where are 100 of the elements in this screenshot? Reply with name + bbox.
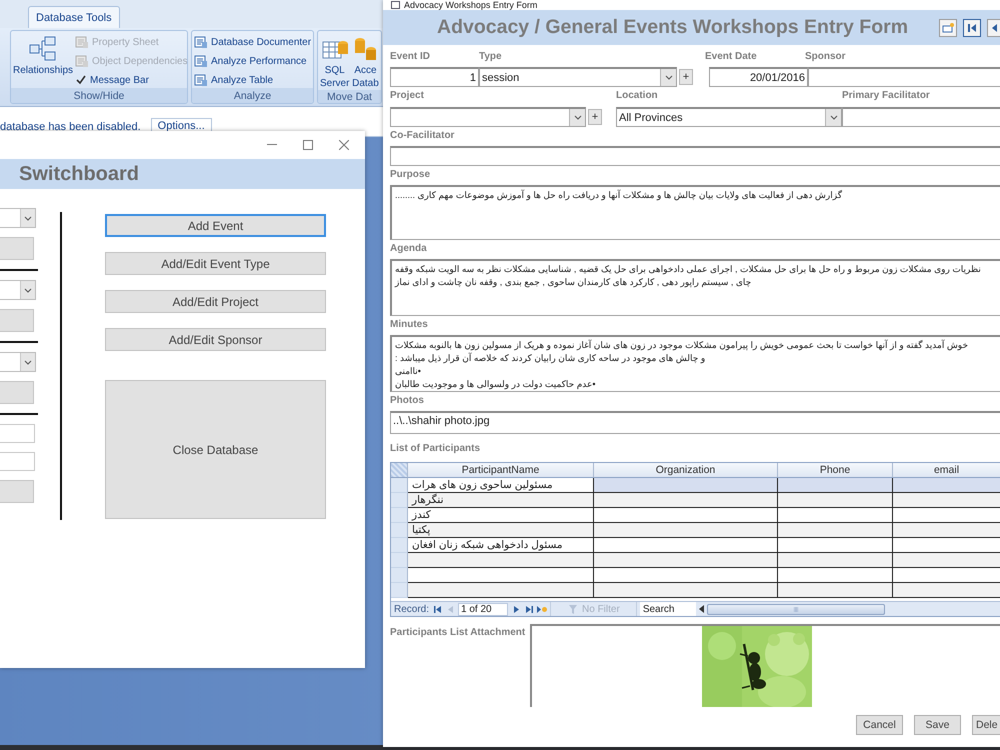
last-record-icon[interactable] <box>524 604 534 614</box>
table-cell: کندز <box>408 508 594 523</box>
new-record-icon[interactable] <box>537 604 548 614</box>
performance-icon <box>194 54 208 68</box>
new-record-button[interactable] <box>939 18 957 36</box>
text-area[interactable]: گزارش دهی از فعالیت های ولایات بیان چالش ها و مشکلات آنها و دریافت راه حل ها و آموزش موضوعات مهم کاری ........ <box>390 185 1000 240</box>
ribbon-button[interactable]: Relationships <box>13 34 73 88</box>
close-icon[interactable] <box>339 140 349 150</box>
event-date-field[interactable]: 20/01/2016 <box>709 67 808 87</box>
text-area[interactable] <box>390 335 1000 392</box>
project-combo-box[interactable] <box>390 107 586 127</box>
attachment-field[interactable] <box>530 624 1000 707</box>
switchboard-button[interactable]: Add/Edit Event Type <box>105 252 326 275</box>
row-selector[interactable] <box>391 553 408 568</box>
ribbon-button[interactable]: Analyze Performance <box>194 53 312 69</box>
ribbon-button[interactable]: Acce Datab <box>351 34 380 90</box>
form-title: Advocacy / General Events Workshops Entry Form <box>436 16 910 39</box>
ribbon-button-label: Acce Datab <box>351 64 380 90</box>
new-record-icon <box>942 22 954 32</box>
combo-box[interactable] <box>0 208 36 228</box>
ribbon-button[interactable]: Database Documenter <box>194 34 312 50</box>
column-header[interactable]: Phone <box>778 463 893 478</box>
co-facilitator-field[interactable] <box>390 146 1000 166</box>
column-header[interactable]: Organization <box>594 463 778 478</box>
field-label: Event ID <box>390 51 432 63</box>
add-type-button[interactable]: + <box>679 69 693 85</box>
field-label: List of Participants <box>390 443 482 455</box>
ribbon-tab[interactable]: Database Tools <box>28 6 120 28</box>
options-button[interactable]: Options... <box>150 118 212 132</box>
form-button[interactable]: Save <box>914 715 961 735</box>
first-record-icon <box>967 22 977 32</box>
table-cell: مسئول دادخواهی شبکه زنان افغان <box>408 538 594 553</box>
ribbon-button[interactable]: SQL Server <box>320 34 350 90</box>
row-selector[interactable] <box>391 478 408 493</box>
column-header[interactable]: email <box>893 463 1000 478</box>
minimize-icon[interactable] <box>267 144 277 146</box>
dependencies-icon <box>75 54 89 68</box>
switchboard-button[interactable]: Close Database <box>105 380 326 519</box>
event-id-field[interactable]: 1 <box>390 67 479 87</box>
field-label: Co-Facilitator <box>390 130 456 142</box>
text-area[interactable] <box>390 259 1000 316</box>
group-label: Move Dat <box>318 90 381 103</box>
row-selector[interactable] <box>391 583 408 598</box>
ribbon-checkbox[interactable]: Message Bar <box>75 72 187 88</box>
text-line: چای , سیستم راپور دهی , کارکرد های کارمندان ساحوی , جمع بندی , وقفه نان چاشت و ادای نماز <box>395 276 752 289</box>
switchboard-button[interactable]: Add/Edit Sponsor <box>105 328 326 351</box>
field-label: Agenda <box>390 243 428 255</box>
field-label: Event Date <box>705 51 758 63</box>
text-line: •عدم حاکمیت دولت در ولسوالی ها و موجودیت طالبان <box>395 378 596 391</box>
form-button[interactable] <box>0 237 34 260</box>
search-field[interactable]: Search <box>640 602 696 616</box>
field-label: Project <box>390 90 425 102</box>
field-label: Sponsor <box>805 51 846 63</box>
form-button[interactable] <box>0 480 34 503</box>
table-analyze-icon <box>194 73 208 87</box>
maximize-icon[interactable] <box>303 140 313 150</box>
form-button[interactable]: Cancel <box>856 715 903 735</box>
form-button[interactable] <box>0 309 34 332</box>
text-line: گزارش دهی از فعالیت های ولایات بیان چالش ها و مشکلات آنها و دریافت راه حل ها و آموزش موضوعات مهم کاری ........ <box>395 189 842 202</box>
row-selector[interactable] <box>391 493 408 508</box>
switchboard-button[interactable]: Add/Edit Project <box>105 290 326 313</box>
window-title: Advocacy Workshops Entry Form <box>404 0 538 10</box>
property-sheet-icon <box>75 35 89 49</box>
select-all-corner[interactable] <box>391 463 408 478</box>
scrollbar-thumb[interactable] <box>706 604 885 614</box>
field-label: Photos <box>390 395 425 407</box>
input-field[interactable] <box>0 424 35 443</box>
input-field[interactable] <box>0 452 35 471</box>
form-button[interactable] <box>0 381 34 404</box>
row-selector[interactable] <box>391 508 408 523</box>
combo-box[interactable] <box>0 352 36 372</box>
next-record-icon[interactable] <box>511 604 522 614</box>
field-label: Minutes <box>390 319 429 331</box>
documenter-icon <box>194 35 208 49</box>
previous-record-button[interactable] <box>987 18 1000 36</box>
switchboard-button[interactable]: Add Event <box>105 214 326 237</box>
record-label: Record: <box>394 604 430 614</box>
row-selector[interactable] <box>391 568 408 583</box>
table-cell: پکتیا <box>408 523 594 538</box>
add-project-button[interactable]: + <box>588 109 602 125</box>
combo-box[interactable] <box>0 280 36 300</box>
row-selector[interactable] <box>391 523 408 538</box>
filter-icon <box>569 604 580 614</box>
sponsor-field[interactable] <box>808 67 1000 87</box>
checkbox[interactable] <box>75 74 87 86</box>
field-label: Purpose <box>390 169 432 181</box>
text-line: •ناامنی <box>395 365 421 378</box>
ribbon-button[interactable]: Analyze Table <box>194 72 312 88</box>
first-record-button[interactable] <box>963 18 981 36</box>
row-selector[interactable] <box>391 538 408 553</box>
field-label: Location <box>616 90 659 102</box>
type-combo-box[interactable]: session <box>479 67 677 87</box>
form-button[interactable]: Dele <box>972 715 1000 735</box>
record-position-field[interactable]: 1 of 20 <box>458 602 508 616</box>
photos-field[interactable]: ..\..\shahir photo.jpg <box>390 411 1000 434</box>
location-combo-box[interactable]: All Provinces <box>616 107 842 127</box>
scroll-left-icon[interactable] <box>698 605 704 613</box>
first-record-icon[interactable] <box>432 604 442 614</box>
primary-facilitator-field[interactable] <box>842 107 1000 127</box>
column-header[interactable]: ParticipantName <box>408 463 594 478</box>
